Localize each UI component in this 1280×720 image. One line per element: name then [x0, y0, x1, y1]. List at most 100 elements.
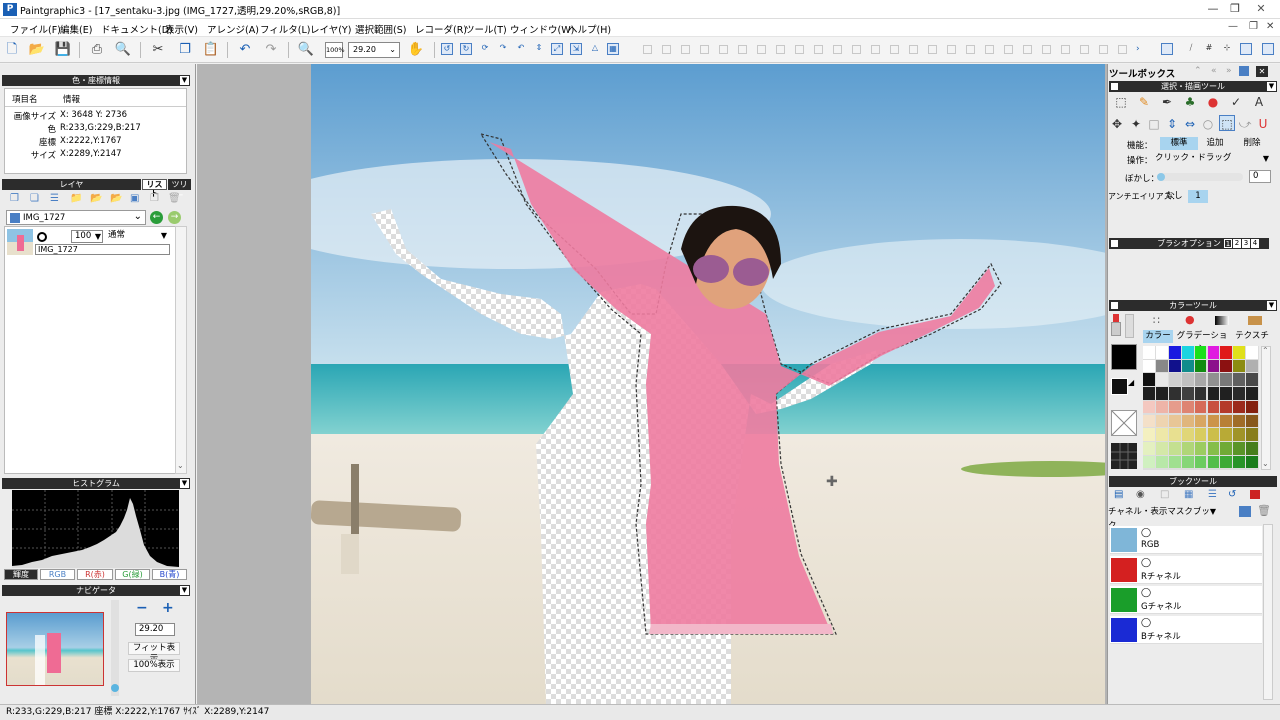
- color-swatch[interactable]: [1194, 373, 1207, 387]
- panel-menu-icon[interactable]: ▼: [1267, 82, 1276, 91]
- tab-color[interactable]: カラー: [1143, 330, 1173, 343]
- color-swatch[interactable]: [1143, 387, 1155, 400]
- menu-edit[interactable]: 編集(E): [60, 22, 92, 36]
- navigator-zoom-slider[interactable]: [111, 600, 119, 696]
- fullscreen-icon[interactable]: [1262, 43, 1274, 55]
- eye-icon[interactable]: ◯: [1141, 588, 1151, 598]
- redo-icon[interactable]: ↷: [262, 41, 280, 59]
- color-swatch[interactable]: [1143, 346, 1155, 359]
- tab-gradation[interactable]: グラデーション: [1175, 330, 1229, 354]
- menu-recorder[interactable]: レコーダ(R): [415, 22, 467, 36]
- new-file-icon[interactable]: 🗋: [3, 41, 21, 59]
- histogram-tab-green[interactable]: G(緑): [115, 569, 150, 580]
- menu-filter[interactable]: フィルタ(L): [260, 22, 311, 36]
- histogram-tab-blue[interactable]: B(青): [152, 569, 187, 580]
- trash-icon[interactable]: 🗑: [1257, 504, 1271, 517]
- color-swatch[interactable]: [1220, 441, 1233, 455]
- color-swatch[interactable]: [1233, 387, 1246, 400]
- color-swatch[interactable]: [1246, 359, 1259, 373]
- layer-thumbnail[interactable]: [7, 229, 33, 255]
- move-icon[interactable]: ✥: [1109, 116, 1125, 132]
- color-swatch[interactable]: [1207, 359, 1220, 373]
- restore-button[interactable]: ❐: [1224, 0, 1246, 18]
- tab-tree[interactable]: ツリー: [168, 179, 191, 200]
- eye-icon[interactable]: ◯: [1141, 558, 1151, 568]
- eyedropper-icon[interactable]: ✓: [1228, 94, 1244, 110]
- foreground-color-swatch[interactable]: [1111, 344, 1137, 370]
- shapes-icon[interactable]: ●: [1205, 94, 1221, 110]
- panel-menu-icon[interactable]: ▼: [180, 76, 189, 85]
- layer-document-select[interactable]: IMG_1727 ⌄: [6, 210, 146, 225]
- color-swatch[interactable]: [1143, 455, 1155, 469]
- menu-help[interactable]: ヘルプ(H): [568, 22, 611, 36]
- color-swatch[interactable]: [1207, 455, 1220, 469]
- open-folder-icon[interactable]: 📂: [90, 193, 102, 204]
- palette-grid-icon[interactable]: ∷: [1153, 314, 1160, 327]
- hand-tool-icon[interactable]: ✋: [407, 41, 425, 59]
- new-layer-icon[interactable]: ❐: [10, 193, 19, 204]
- quick-select-icon[interactable]: ⬚: [1219, 115, 1235, 131]
- channel-row[interactable]: ◯ Gチャネル: [1110, 586, 1262, 614]
- color-swatch[interactable]: [1220, 428, 1233, 441]
- paste-icon[interactable]: 📋: [202, 41, 220, 59]
- guide-icon[interactable]: ⊹: [1221, 43, 1233, 55]
- color-swatch[interactable]: [1155, 346, 1168, 359]
- mode-standard-button[interactable]: 標準: [1160, 137, 1198, 150]
- histogram-tab-luminance[interactable]: 輝度: [4, 569, 38, 580]
- zoom-100-button[interactable]: 100%: [325, 42, 345, 58]
- panel-menu-icon[interactable]: ▼: [180, 586, 189, 595]
- color-swatch[interactable]: [1168, 455, 1181, 469]
- panel-menu-icon[interactable]: ▼: [1267, 301, 1276, 310]
- color-swatch[interactable]: [1143, 400, 1155, 414]
- color-swatch[interactable]: [1143, 441, 1155, 455]
- book-record-icon[interactable]: [1250, 490, 1260, 499]
- vertical-move-icon[interactable]: ⇕: [1164, 116, 1180, 132]
- color-swatch[interactable]: [1207, 441, 1220, 455]
- prev-icon[interactable]: «: [1211, 66, 1217, 76]
- color-swatch[interactable]: [1194, 359, 1207, 373]
- operation-select[interactable]: クリック・ドラッグ ▼: [1155, 152, 1271, 165]
- layer-scrollbar[interactable]: ⌄: [175, 226, 187, 474]
- channel-row[interactable]: ◯ RGB: [1110, 526, 1262, 554]
- dock-icon[interactable]: [1239, 66, 1249, 76]
- navigator-thumbnail[interactable]: [6, 612, 104, 686]
- rotate-right-icon[interactable]: ⟳: [479, 43, 491, 55]
- zoom-level-select[interactable]: 29.20 ⌄: [348, 42, 400, 58]
- rotate-270-icon[interactable]: ↶: [515, 43, 527, 55]
- color-swatch[interactable]: [1168, 414, 1181, 428]
- open-folder-icon[interactable]: 📂: [28, 41, 46, 59]
- panel-toggle-icon[interactable]: [1161, 43, 1173, 55]
- window-layout-icon[interactable]: [1240, 43, 1252, 55]
- layer-props-icon[interactable]: ☰: [50, 193, 59, 204]
- brush-page-3[interactable]: 3: [1242, 239, 1250, 248]
- color-swatch[interactable]: [1220, 387, 1233, 400]
- color-swatch[interactable]: [1194, 455, 1207, 469]
- blur-value-field[interactable]: 0: [1249, 170, 1271, 183]
- save-icon[interactable]: 💾: [54, 41, 72, 59]
- crop-icon[interactable]: ⇲: [570, 43, 582, 55]
- scroll-down-icon[interactable]: ⌄: [177, 461, 184, 470]
- color-swatch[interactable]: [1207, 414, 1220, 428]
- ellipse-select-icon[interactable]: ○: [1200, 116, 1216, 132]
- color-swatch[interactable]: [1194, 387, 1207, 400]
- slider-thumb[interactable]: [111, 684, 119, 692]
- next-icon[interactable]: »: [1226, 66, 1232, 76]
- navigator-zoom-field[interactable]: 29.20: [135, 623, 175, 636]
- pen-icon[interactable]: ✒: [1159, 94, 1175, 110]
- color-swatch[interactable]: [1207, 346, 1220, 359]
- color-swatch[interactable]: [1155, 400, 1168, 414]
- antialias-1-button[interactable]: 1: [1188, 190, 1208, 203]
- background-color-swatch[interactable]: [1111, 378, 1128, 395]
- layer-back-icon[interactable]: ←: [150, 211, 163, 224]
- color-swatch[interactable]: [1220, 373, 1233, 387]
- toolbar-more-icon[interactable]: ›: [1136, 44, 1140, 54]
- color-swatch[interactable]: [1168, 428, 1181, 441]
- color-swatch[interactable]: [1246, 455, 1259, 469]
- color-swatch[interactable]: [1207, 428, 1220, 441]
- layer-folder-icon[interactable]: 📁: [70, 193, 82, 204]
- color-swatch[interactable]: [1220, 400, 1233, 414]
- tab-list[interactable]: リスト: [142, 179, 167, 198]
- no-grid-icon[interactable]: ⧸: [1185, 43, 1197, 55]
- color-swatch[interactable]: [1233, 428, 1246, 441]
- channel-thumbnail[interactable]: [1111, 558, 1137, 582]
